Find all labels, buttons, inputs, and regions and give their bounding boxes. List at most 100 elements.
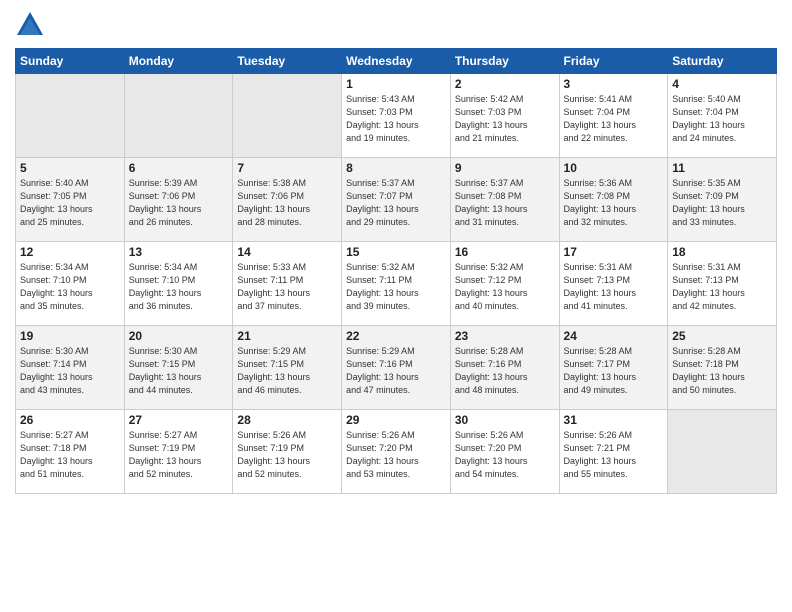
day-number: 24 [564,329,664,343]
calendar-cell: 29 Sunrise: 5:26 AM Sunset: 7:20 PM Dayli… [342,410,451,494]
calendar-cell: 3 Sunrise: 5:41 AM Sunset: 7:04 PM Daylig… [559,74,668,158]
day-info: Sunrise: 5:30 AM Sunset: 7:15 PM Dayligh… [129,345,229,397]
day-number: 7 [237,161,337,175]
day-info: Sunrise: 5:26 AM Sunset: 7:20 PM Dayligh… [455,429,555,481]
day-number: 26 [20,413,120,427]
calendar-cell: 15Sunrise: 5:32 AM Sunset: 7:11 PM Dayli… [342,242,451,326]
day-info: Sunrise: 5:37 AM Sunset: 7:07 PM Dayligh… [346,177,446,229]
day-number: 10 [564,161,664,175]
weekday-header: Thursday [450,49,559,74]
weekday-header: Tuesday [233,49,342,74]
day-number: 22 [346,329,446,343]
day-info: Sunrise: 5:28 AM Sunset: 7:18 PM Dayligh… [672,345,772,397]
calendar-cell: 6Sunrise: 5:39 AM Sunset: 7:06 PM Daylig… [124,158,233,242]
calendar-cell: 14 Sunrise: 5:33 AM Sunset: 7:11 PM Dayli… [233,242,342,326]
day-info: Sunrise: 5:40 AM Sunset: 7:05 PM Dayligh… [20,177,120,229]
day-info: Sunrise: 5:31 AM Sunset: 7:13 PM Dayligh… [564,261,664,313]
calendar-cell: 23Sunrise: 5:28 AM Sunset: 7:16 PM Dayli… [450,326,559,410]
day-number: 3 [564,77,664,91]
calendar-week: 1 Sunrise: 5:43 AM Sunset: 7:03 PM Daylig… [16,74,777,158]
day-info: Sunrise: 5:27 AM Sunset: 7:19 PM Dayligh… [129,429,229,481]
calendar-cell: 20 Sunrise: 5:30 AM Sunset: 7:15 PM Dayli… [124,326,233,410]
calendar-cell: 16 Sunrise: 5:32 AM Sunset: 7:12 PM Dayli… [450,242,559,326]
calendar-cell [124,74,233,158]
calendar-cell: 4Sunrise: 5:40 AM Sunset: 7:04 PM Daylig… [668,74,777,158]
day-number: 15 [346,245,446,259]
day-info: Sunrise: 5:35 AM Sunset: 7:09 PM Dayligh… [672,177,772,229]
day-info: Sunrise: 5:40 AM Sunset: 7:04 PM Dayligh… [672,93,772,145]
logo [15,10,49,40]
calendar-cell: 28 Sunrise: 5:26 AM Sunset: 7:19 PM Dayli… [233,410,342,494]
day-number: 9 [455,161,555,175]
calendar-cell: 5 Sunrise: 5:40 AM Sunset: 7:05 PM Daylig… [16,158,125,242]
day-number: 5 [20,161,120,175]
calendar-cell: 21Sunrise: 5:29 AM Sunset: 7:15 PM Dayli… [233,326,342,410]
day-number: 28 [237,413,337,427]
day-number: 20 [129,329,229,343]
calendar-cell: 12 Sunrise: 5:34 AM Sunset: 7:10 PM Dayli… [16,242,125,326]
day-info: Sunrise: 5:34 AM Sunset: 7:10 PM Dayligh… [129,261,229,313]
day-number: 8 [346,161,446,175]
day-info: Sunrise: 5:32 AM Sunset: 7:12 PM Dayligh… [455,261,555,313]
day-info: Sunrise: 5:26 AM Sunset: 7:20 PM Dayligh… [346,429,446,481]
calendar-cell: 22Sunrise: 5:29 AM Sunset: 7:16 PM Dayli… [342,326,451,410]
day-number: 6 [129,161,229,175]
day-number: 18 [672,245,772,259]
calendar-cell: 25 Sunrise: 5:28 AM Sunset: 7:18 PM Dayli… [668,326,777,410]
day-number: 1 [346,77,446,91]
day-number: 16 [455,245,555,259]
day-info: Sunrise: 5:27 AM Sunset: 7:18 PM Dayligh… [20,429,120,481]
day-info: Sunrise: 5:43 AM Sunset: 7:03 PM Dayligh… [346,93,446,145]
calendar-cell: 26 Sunrise: 5:27 AM Sunset: 7:18 PM Dayli… [16,410,125,494]
calendar-cell: 10 Sunrise: 5:36 AM Sunset: 7:08 PM Dayli… [559,158,668,242]
calendar-cell [16,74,125,158]
day-number: 25 [672,329,772,343]
calendar-cell: 27 Sunrise: 5:27 AM Sunset: 7:19 PM Dayli… [124,410,233,494]
calendar-week: 12 Sunrise: 5:34 AM Sunset: 7:10 PM Dayli… [16,242,777,326]
calendar-cell [668,410,777,494]
day-info: Sunrise: 5:33 AM Sunset: 7:11 PM Dayligh… [237,261,337,313]
logo-icon [15,10,45,40]
day-number: 14 [237,245,337,259]
calendar-cell [233,74,342,158]
day-info: Sunrise: 5:31 AM Sunset: 7:13 PM Dayligh… [672,261,772,313]
day-info: Sunrise: 5:28 AM Sunset: 7:16 PM Dayligh… [455,345,555,397]
weekday-header: Wednesday [342,49,451,74]
calendar-page: SundayMondayTuesdayWednesdayThursdayFrid… [0,0,792,612]
day-info: Sunrise: 5:34 AM Sunset: 7:10 PM Dayligh… [20,261,120,313]
day-number: 27 [129,413,229,427]
day-info: Sunrise: 5:26 AM Sunset: 7:19 PM Dayligh… [237,429,337,481]
day-number: 11 [672,161,772,175]
calendar-header: SundayMondayTuesdayWednesdayThursdayFrid… [16,49,777,74]
day-number: 19 [20,329,120,343]
calendar-week: 5 Sunrise: 5:40 AM Sunset: 7:05 PM Daylig… [16,158,777,242]
day-info: Sunrise: 5:42 AM Sunset: 7:03 PM Dayligh… [455,93,555,145]
day-info: Sunrise: 5:38 AM Sunset: 7:06 PM Dayligh… [237,177,337,229]
weekday-header: Monday [124,49,233,74]
calendar-cell: 1 Sunrise: 5:43 AM Sunset: 7:03 PM Daylig… [342,74,451,158]
day-number: 31 [564,413,664,427]
calendar-cell: 17 Sunrise: 5:31 AM Sunset: 7:13 PM Dayli… [559,242,668,326]
calendar-cell: 8 Sunrise: 5:37 AM Sunset: 7:07 PM Daylig… [342,158,451,242]
day-info: Sunrise: 5:36 AM Sunset: 7:08 PM Dayligh… [564,177,664,229]
day-info: Sunrise: 5:37 AM Sunset: 7:08 PM Dayligh… [455,177,555,229]
day-number: 2 [455,77,555,91]
day-number: 12 [20,245,120,259]
calendar-cell: 30Sunrise: 5:26 AM Sunset: 7:20 PM Dayli… [450,410,559,494]
calendar-week: 26 Sunrise: 5:27 AM Sunset: 7:18 PM Dayli… [16,410,777,494]
calendar-cell: 24Sunrise: 5:28 AM Sunset: 7:17 PM Dayli… [559,326,668,410]
header [15,10,777,40]
day-number: 29 [346,413,446,427]
day-number: 17 [564,245,664,259]
calendar-table: SundayMondayTuesdayWednesdayThursdayFrid… [15,48,777,494]
day-info: Sunrise: 5:26 AM Sunset: 7:21 PM Dayligh… [564,429,664,481]
day-number: 21 [237,329,337,343]
weekday-header: Friday [559,49,668,74]
day-info: Sunrise: 5:41 AM Sunset: 7:04 PM Dayligh… [564,93,664,145]
calendar-cell: 13Sunrise: 5:34 AM Sunset: 7:10 PM Dayli… [124,242,233,326]
day-info: Sunrise: 5:30 AM Sunset: 7:14 PM Dayligh… [20,345,120,397]
calendar-cell: 18 Sunrise: 5:31 AM Sunset: 7:13 PM Dayli… [668,242,777,326]
calendar-cell: 19 Sunrise: 5:30 AM Sunset: 7:14 PM Dayli… [16,326,125,410]
calendar-cell: 7 Sunrise: 5:38 AM Sunset: 7:06 PM Daylig… [233,158,342,242]
calendar-week: 19 Sunrise: 5:30 AM Sunset: 7:14 PM Dayli… [16,326,777,410]
